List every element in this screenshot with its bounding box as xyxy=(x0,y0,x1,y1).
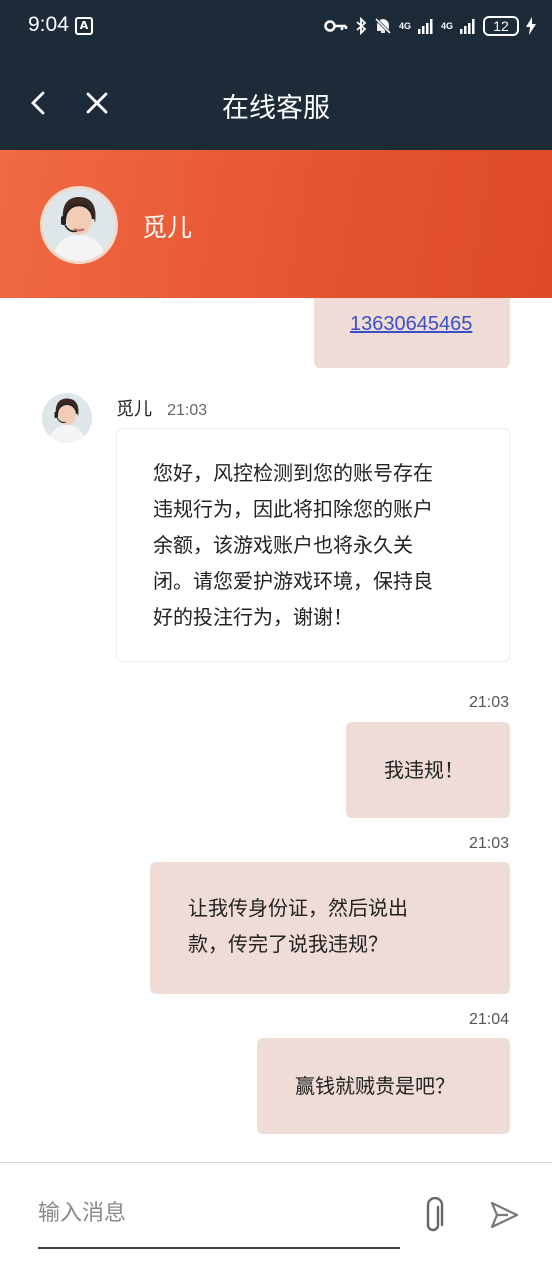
send-button[interactable] xyxy=(488,1199,520,1235)
message-line: 款，传完了说我违规？ xyxy=(188,932,388,956)
agent-avatar xyxy=(40,186,118,264)
message-time: 21:03 xyxy=(468,694,509,711)
message-bubble-self: 13630645465 xyxy=(314,298,510,368)
send-icon xyxy=(490,1201,519,1229)
message-line: 让我传身份证，然后说出 xyxy=(188,896,408,920)
message-bubble-self: 赢钱就贼贵是吧？ xyxy=(257,1038,510,1134)
mute-bell-icon xyxy=(374,17,392,35)
message-bubble-self: 让我传身份证，然后说出 款，传完了说我违规？ xyxy=(150,862,510,994)
attach-button[interactable] xyxy=(418,1196,448,1241)
paperclip-icon xyxy=(426,1196,444,1232)
agent-message-avatar xyxy=(42,393,92,443)
bluetooth-icon xyxy=(356,17,367,35)
message-time: 21:03 xyxy=(468,835,509,852)
key-icon xyxy=(324,20,348,32)
message-time: 21:04 xyxy=(468,1011,509,1028)
page-title: 在线客服 xyxy=(222,93,330,124)
agent-name: 觅儿 xyxy=(142,213,193,242)
signal-2-icon xyxy=(460,19,475,34)
message-line: 闭。请您爱护游戏环境，保持良 xyxy=(153,569,433,593)
message-time: 21:03 xyxy=(167,402,208,419)
message-line: 您好，风控检测到您的账号存在 xyxy=(153,461,433,485)
message-input-container xyxy=(38,1193,400,1249)
message-sender-line: 觅儿 21:03 xyxy=(116,395,207,421)
message-text: 赢钱就贼贵是吧？ xyxy=(295,1074,455,1098)
message-input-bar xyxy=(0,1162,552,1280)
message-text: 我违规！ xyxy=(384,758,464,782)
message-bubble-self: 我违规！ xyxy=(346,722,510,818)
agent-header: 觅儿 xyxy=(0,150,552,298)
message-sender-name: 觅儿 xyxy=(116,399,152,420)
signal-1-label: 4G xyxy=(398,20,411,31)
status-time: 9:04 xyxy=(28,13,69,36)
phone-number-link[interactable]: 13630645465 xyxy=(350,306,472,342)
signal-2-label: 4G xyxy=(440,20,453,31)
status-icons: 4G 4G 12 xyxy=(324,14,536,38)
message-input[interactable] xyxy=(38,1193,400,1233)
message-line: 好的投注行为，谢谢！ xyxy=(153,605,353,629)
battery-indicator: 12 xyxy=(483,16,519,36)
chat-area[interactable]: 13630645465 觅儿 21:03 您好，风控检测到您的账号存在 违规行为… xyxy=(0,298,552,1162)
message-line: 余额，该游戏账户也将永久关 xyxy=(153,533,413,557)
message-bubble-agent: 您好，风控检测到您的账号存在 违规行为，因此将扣除您的账户 余额，该游戏账户也将… xyxy=(116,428,510,662)
title-bar: 在线客服 xyxy=(0,54,552,150)
signal-1-icon xyxy=(417,19,433,34)
charging-icon xyxy=(526,17,536,35)
app-notification-icon: A xyxy=(75,17,93,35)
message-line: 违规行为，因此将扣除您的账户 xyxy=(153,497,433,521)
status-bar: 9:04 A 4G 4G 12 xyxy=(0,0,552,54)
